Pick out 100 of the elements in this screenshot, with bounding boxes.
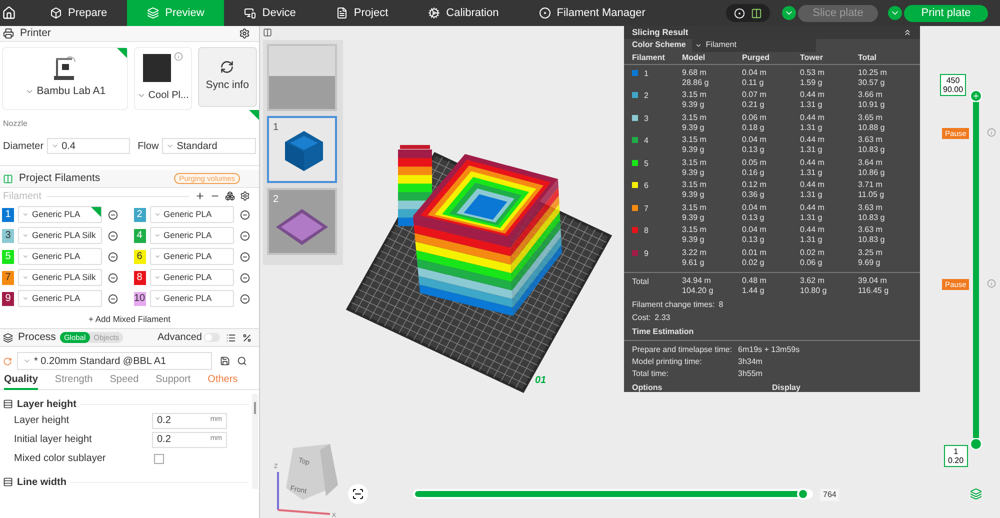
diameter-select[interactable]: 0.4 [46,138,130,154]
plate-thumbnail[interactable]: 1 [267,116,337,183]
refresh-icon [220,60,234,74]
tab-icon [336,7,348,19]
layer-bottom-handle[interactable] [970,438,982,450]
remove-icon[interactable] [108,272,118,282]
column-header: Total [858,52,878,64]
filament-index: 3 [2,228,14,242]
plate-thumbnail[interactable] [267,44,337,111]
remove-icon[interactable] [240,272,250,282]
material-dropdown[interactable]: Generic PLA [18,248,102,265]
process-tab[interactable]: Support [156,372,191,390]
process-tab[interactable]: Quality [4,372,38,390]
reset-icon[interactable] [3,356,12,366]
add-mixed-filament-button[interactable]: + Add Mixed Filament [88,312,170,326]
remove-icon[interactable] [240,294,250,304]
material-dropdown[interactable]: Generic PLA [150,269,234,286]
table-cell-text: 0.44 m 1.31 g [800,202,826,224]
layer-slider-fill[interactable] [970,90,982,450]
advanced-switch[interactable] [204,333,220,342]
table-cell-text: 3.65 m 10.88 g [858,112,886,134]
material-dropdown[interactable]: Generic PLA [150,248,234,265]
section-title: Display [772,382,802,392]
tab-icon [50,7,62,19]
compare-icon[interactable] [242,332,252,342]
table-cell-text: 34.94 m 104.20 g [682,276,714,296]
collapse-icon[interactable] [263,28,272,37]
remove-icon[interactable] [240,210,250,220]
remove-icon[interactable] [240,252,250,262]
corner-mark-icon [91,207,101,217]
settings-icon[interactable] [240,191,250,201]
material-dropdown[interactable]: Generic PLA Silk [18,269,102,286]
cost-label: Cost: [632,312,651,324]
save-icon[interactable] [220,356,230,366]
sync-info-button[interactable]: Sync info [198,47,257,107]
recenter-button[interactable] [348,484,368,504]
split-view-icon[interactable] [751,8,762,18]
table-cell-text: 3.15 m 9.39 g [682,90,708,112]
plate-card[interactable]: Cool Pl... [134,47,192,110]
remove-icon[interactable] [108,252,118,262]
remove-icon[interactable] [108,210,118,220]
dropdown-icon[interactable] [888,6,902,20]
flow-select[interactable]: Standard [162,138,256,154]
table-cell-text: 0.04 m 0.13 g [742,202,768,224]
nav-tab[interactable]: Prepare [30,0,128,26]
remove-icon[interactable] [108,294,118,304]
plate-type[interactable]: Cool Pl... [148,88,189,103]
table-cell-text: 10.25 m 30.57 g [858,68,888,89]
chevron-icon [154,232,160,239]
table-cell-text: 0.44 m 1.31 g [800,135,826,156]
table-cell-text: 0.02 m 0.06 g [800,248,826,269]
flow-label: Flow [138,140,159,154]
material-dropdown[interactable]: Generic PLA [150,227,234,244]
search-icon[interactable] [237,356,247,366]
layer-top-handle[interactable] [970,90,982,102]
chevron-icon [22,295,29,302]
printer-name[interactable]: Bambu Lab A1 [36,84,106,100]
material-dropdown[interactable]: Generic PLA [18,206,102,223]
home-icon[interactable] [2,6,16,20]
filament-number: 3 [644,114,648,123]
checkbox[interactable] [154,454,164,464]
target-icon[interactable] [734,8,745,18]
table-cell-text: 39.04 m 116.45 g [858,276,890,296]
advanced-label: Advanced [158,331,202,345]
chevron-icon [694,42,702,49]
scan-icon [352,488,364,500]
nav-tab[interactable]: Calibration [408,0,519,26]
remove-icon[interactable] [240,230,250,240]
filament-index: 2 [134,208,146,222]
material-dropdown[interactable]: Generic PLA Silk [18,227,102,244]
dropdown-icon[interactable] [782,6,796,20]
table-cell-text: 0.04 m 0.13 g [742,135,768,156]
printer-card[interactable]: Bambu Lab A1 [2,47,128,110]
material-dropdown[interactable]: Generic PLA [18,290,102,307]
change-times-value: 8 [718,299,724,312]
add-icon[interactable] [195,191,205,201]
nav-tab[interactable]: Project [316,0,408,26]
material-dropdown[interactable]: Generic PLA [150,290,234,307]
table-cell-text: 3.25 m 9.69 g [858,248,884,269]
collapse-icon[interactable] [903,28,912,37]
plate-number: 2 [273,193,279,207]
process-tab[interactable]: Speed [110,372,139,390]
nav-tab[interactable]: Filament Manager [518,0,666,26]
table-cell-text: 3.15 m 9.39 g [682,112,708,134]
color-scheme-select[interactable]: Filament [692,38,816,52]
sync-filament-icon[interactable] [225,191,235,201]
nav-tab[interactable]: Device [224,0,316,26]
settings-icon[interactable] [239,28,250,39]
time-label: Prepare and timelapse time: [632,344,734,356]
time-label: Model printing time: [632,356,703,368]
material-dropdown[interactable]: Generic PLA [150,206,234,223]
filament-index: 1 [2,208,14,222]
preset-select[interactable]: * 0.20mm Standard @BBL A1 [17,352,212,370]
printer-icon [3,28,14,39]
process-tab[interactable]: Strength [54,372,93,390]
info-icon[interactable] [174,52,184,61]
table-cell-text: 0.12 m 0.36 g [742,180,768,202]
remove-icon[interactable] [108,230,118,240]
section-title: Project Filaments [19,170,100,186]
list-icon[interactable] [226,332,236,342]
